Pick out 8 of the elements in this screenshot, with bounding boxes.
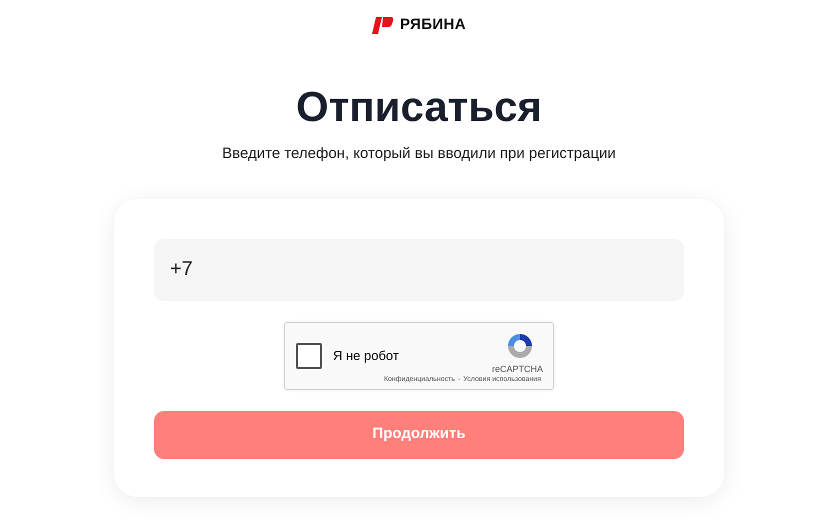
- captcha-label: Я не робот: [333, 346, 399, 365]
- logo-text: РЯБИНА: [400, 14, 466, 35]
- subtitle: Введите телефон, который вы вводили при регистрации: [222, 144, 616, 164]
- captcha-checkbox[interactable]: [296, 342, 322, 368]
- page-title: Отписаться: [296, 82, 542, 132]
- recaptcha-brand: reCAPTCHA: [492, 362, 543, 376]
- phone-field[interactable]: +7: [154, 238, 684, 300]
- logo-icon: [372, 15, 394, 35]
